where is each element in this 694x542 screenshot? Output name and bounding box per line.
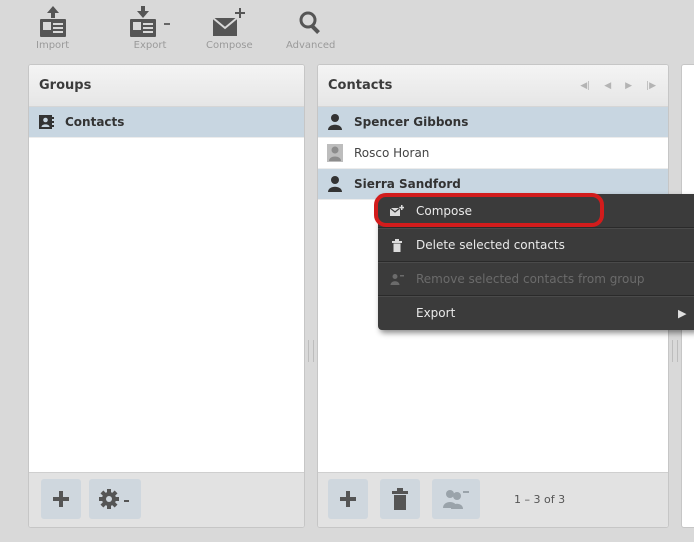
- menu-item-label: Delete selected contacts: [416, 238, 565, 252]
- contacts-footer: 1 – 3 of 3: [318, 472, 668, 527]
- menu-item-label: Remove selected contacts from group: [416, 272, 645, 286]
- import-icon: [38, 4, 68, 38]
- advanced-search-button[interactable]: Advanced: [286, 4, 335, 51]
- export-label: Export: [133, 40, 167, 51]
- gear-icon: [99, 489, 129, 509]
- last-page-icon[interactable]: |▶: [646, 81, 656, 91]
- menu-item-export[interactable]: Export ▶: [378, 298, 694, 328]
- address-book-icon: [37, 113, 55, 131]
- trash-icon: [390, 238, 404, 252]
- compose-icon: [209, 4, 249, 38]
- person-icon: [326, 113, 344, 131]
- group-options-button[interactable]: [89, 479, 141, 519]
- pagination-nav: ◀| ◀ ▶ |▶: [580, 81, 656, 91]
- export-button[interactable]: Export: [128, 4, 172, 51]
- first-page-icon[interactable]: ◀|: [580, 81, 590, 91]
- remove-contact-icon: [390, 272, 404, 286]
- advanced-label: Advanced: [286, 40, 336, 51]
- panel-splitter[interactable]: [308, 340, 314, 362]
- compose-button[interactable]: Compose: [206, 4, 253, 51]
- contact-row[interactable]: Spencer Gibbons: [318, 107, 668, 138]
- export-icon: [128, 4, 172, 38]
- panel-splitter-right[interactable]: [672, 340, 678, 362]
- group-item-contacts[interactable]: Contacts: [29, 107, 304, 138]
- search-icon: [297, 4, 325, 38]
- trash-icon: [392, 488, 408, 510]
- menu-divider: [378, 261, 694, 263]
- contact-name: Rosco Horan: [354, 146, 430, 160]
- toolbar: Import Export Compose Advanced: [0, 0, 694, 62]
- menu-item-delete-contacts[interactable]: Delete selected contacts: [378, 230, 694, 260]
- group-item-label: Contacts: [65, 115, 125, 129]
- remove-contact-icon: [443, 490, 469, 509]
- add-contact-button[interactable]: [328, 479, 368, 519]
- contact-name: Sierra Sandford: [354, 177, 461, 191]
- plus-icon: [340, 491, 356, 507]
- person-icon: [326, 175, 344, 193]
- groups-header: Groups: [29, 65, 304, 107]
- remove-from-group-button[interactable]: [432, 479, 480, 519]
- groups-title: Groups: [39, 78, 92, 93]
- groups-footer: [29, 472, 304, 527]
- compose-label: Compose: [206, 40, 253, 51]
- contacts-title: Contacts: [328, 78, 393, 93]
- contact-row[interactable]: Rosco Horan: [318, 138, 668, 169]
- import-label: Import: [36, 40, 70, 51]
- delete-contact-button[interactable]: [380, 479, 420, 519]
- highlight-annotation: [374, 193, 604, 227]
- add-group-button[interactable]: [41, 479, 81, 519]
- groups-panel: Groups Contacts: [28, 64, 305, 528]
- import-button[interactable]: Import: [36, 4, 69, 51]
- menu-divider: [378, 295, 694, 297]
- prev-page-icon[interactable]: ◀: [604, 81, 611, 91]
- menu-item-label: Export: [416, 306, 456, 320]
- plus-icon: [53, 491, 69, 507]
- pagination-count: 1 – 3 of 3: [514, 493, 566, 506]
- submenu-arrow-icon: ▶: [678, 306, 687, 320]
- contact-name: Spencer Gibbons: [354, 115, 469, 129]
- menu-divider: [378, 227, 694, 229]
- person-icon: [326, 144, 344, 162]
- contacts-header: Contacts ◀| ◀ ▶ |▶: [318, 65, 668, 107]
- next-page-icon[interactable]: ▶: [625, 81, 632, 91]
- menu-item-remove-from-group: Remove selected contacts from group: [378, 264, 694, 294]
